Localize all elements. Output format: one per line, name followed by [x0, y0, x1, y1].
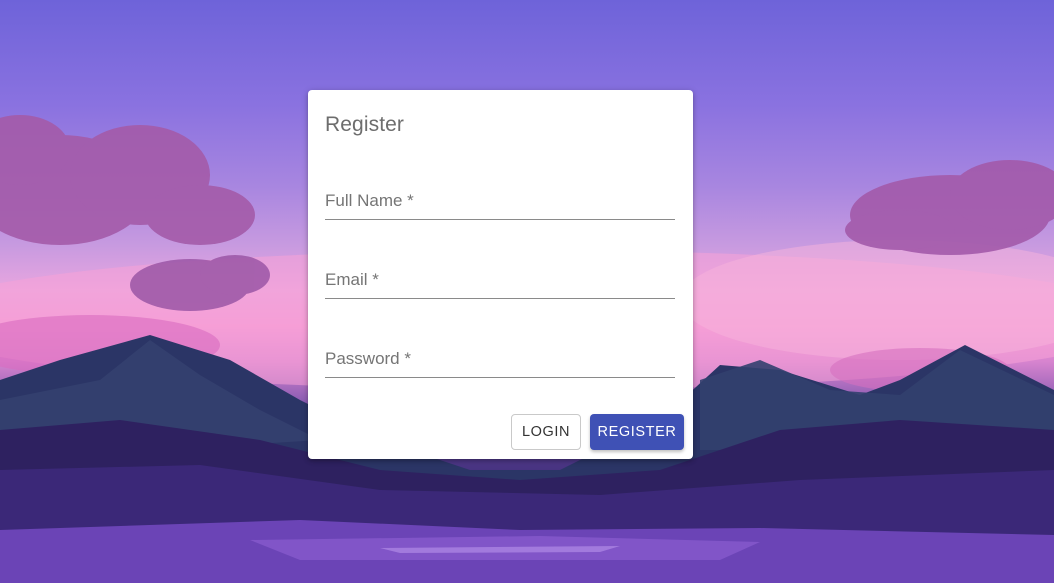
email-underline — [325, 298, 675, 299]
cloud-right — [845, 160, 1054, 255]
full-name-input[interactable] — [325, 172, 675, 220]
page-title: Register — [325, 113, 404, 136]
password-underline — [325, 377, 675, 378]
page-background: Register Full Name * Email * Password * … — [0, 0, 1054, 583]
password-input[interactable] — [325, 330, 675, 378]
cloud-left — [0, 115, 255, 245]
register-button[interactable]: REGISTER — [590, 414, 684, 450]
login-button[interactable]: LOGIN — [511, 414, 581, 450]
password-field[interactable]: Password * — [325, 330, 675, 378]
email-field[interactable]: Email * — [325, 251, 675, 299]
full-name-field[interactable]: Full Name * — [325, 172, 675, 220]
register-card: Register Full Name * Email * Password * … — [308, 90, 693, 459]
email-input[interactable] — [325, 251, 675, 299]
full-name-underline — [325, 219, 675, 220]
